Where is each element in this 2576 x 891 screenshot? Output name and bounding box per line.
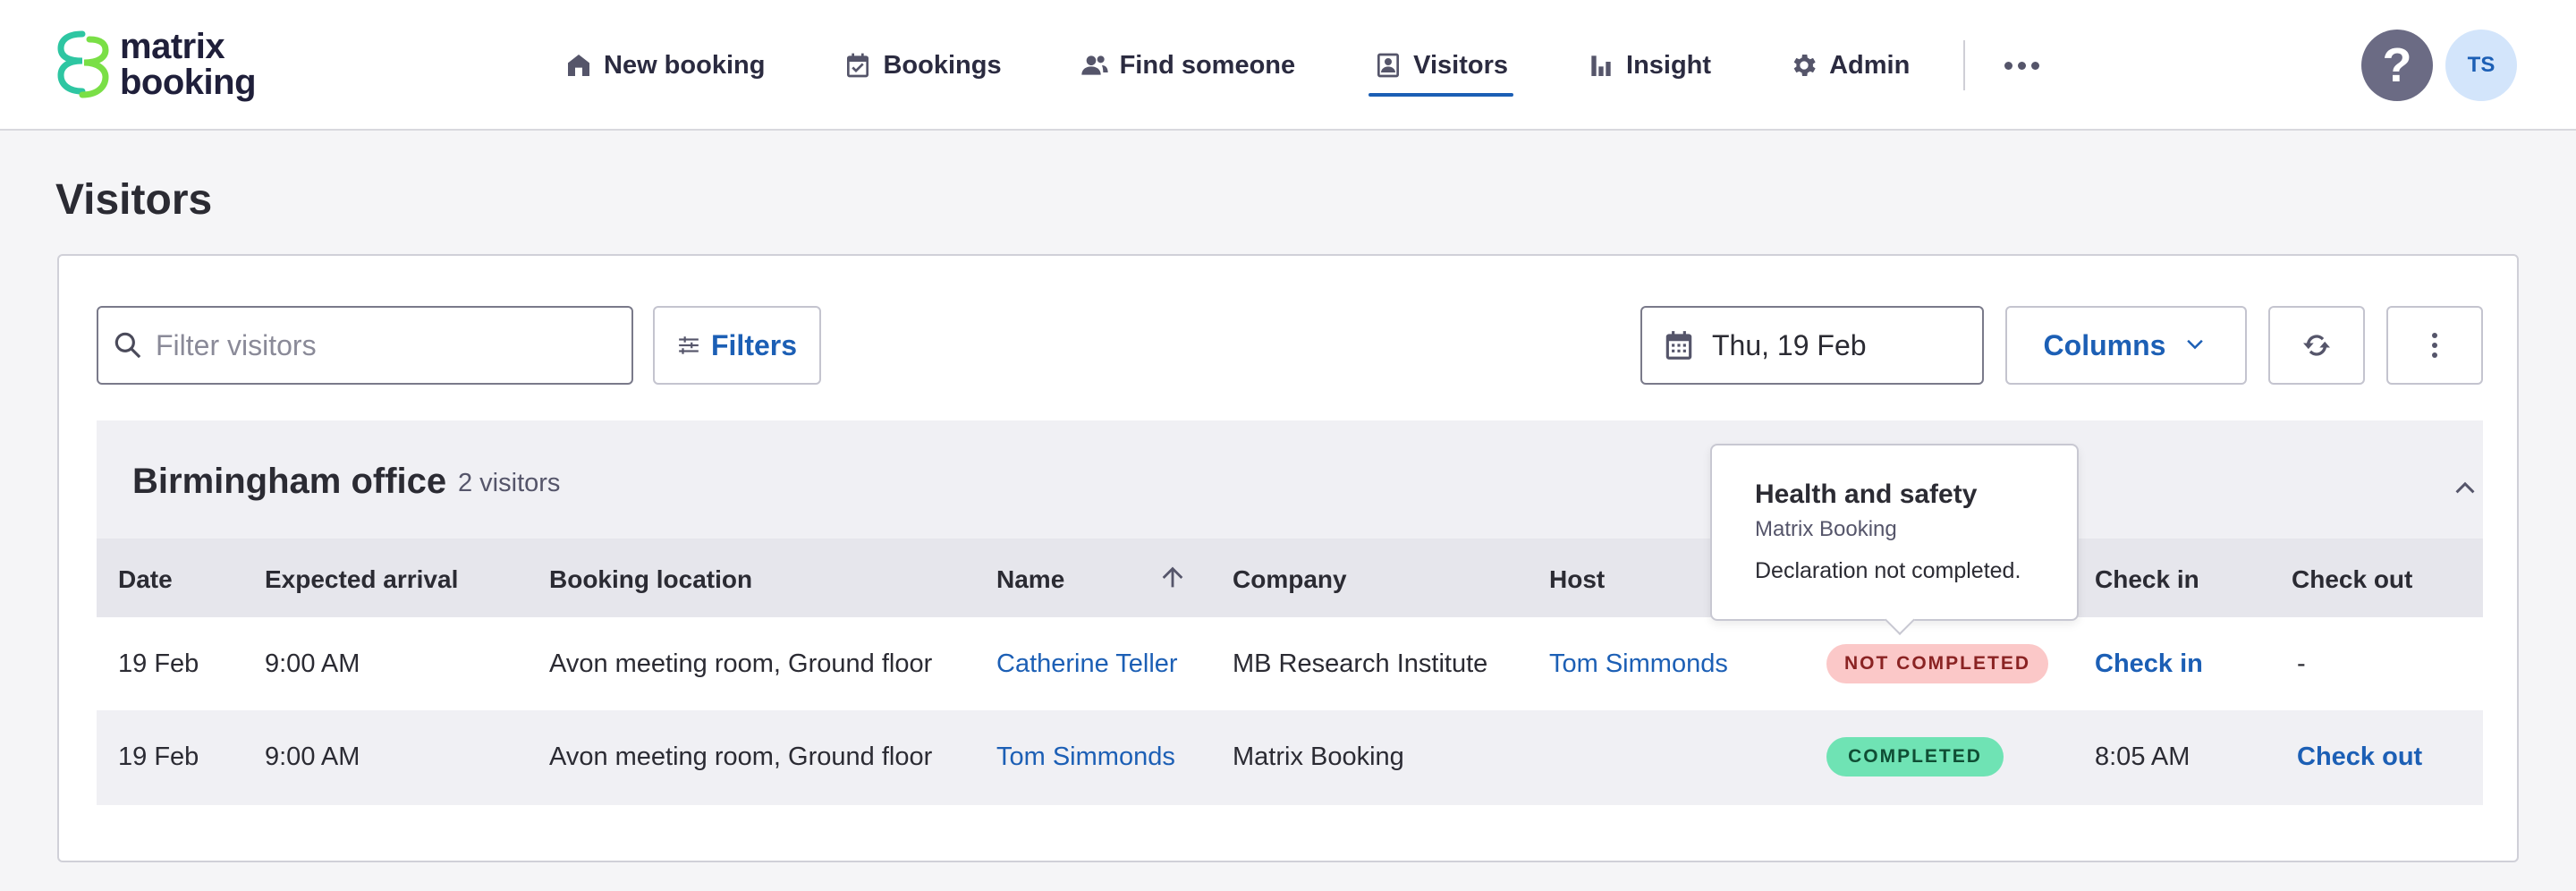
group-header[interactable]: Birmingham office 2 visitors (97, 420, 2483, 539)
collapse-chevron-up-icon[interactable] (2449, 471, 2481, 503)
logo-line-2: booking (120, 63, 257, 102)
main-nav: New booking Bookings Find someone Visito… (555, 0, 2040, 131)
page-title: Visitors (55, 176, 213, 224)
refresh-icon (2303, 335, 2330, 356)
visitor-name-link[interactable]: Tom Simmonds (996, 742, 1175, 772)
more-menu-icon[interactable] (2004, 61, 2040, 70)
table-header: Date Expected arrival Booking location N… (97, 539, 2483, 617)
filters-button[interactable]: Filters (653, 306, 821, 385)
visitors-card: Filters Thu, 19 Feb Columns Birmingham o… (57, 254, 2519, 862)
cell-arrival: 9:00 AM (265, 649, 360, 678)
calendar-icon (1665, 331, 1692, 360)
chevron-down-icon (2187, 339, 2204, 350)
columns-button-label: Columns (2043, 328, 2166, 361)
status-badge-completed[interactable]: COMPLETED (1826, 737, 2004, 776)
nav-insight[interactable]: Insight (1587, 0, 1711, 131)
host-name-link[interactable]: Tom Simmonds (1549, 649, 1728, 679)
tooltip-subtitle: Matrix Booking (1755, 517, 1897, 541)
search-field[interactable] (97, 306, 633, 385)
matrix-booking-logo[interactable]: matrix booking (55, 27, 257, 102)
status-badge-not-completed[interactable]: NOT COMPLETED (1826, 644, 2048, 683)
column-header-booking-location[interactable]: Booking location (549, 565, 752, 594)
nav-admin[interactable]: Admin (1790, 0, 1910, 131)
people-icon (1080, 55, 1108, 75)
column-header-name[interactable]: Name (996, 565, 1064, 594)
top-header: matrix booking New booking Bookings Find… (0, 0, 2576, 131)
cell-arrival: 9:00 AM (265, 742, 360, 771)
date-picker-value: Thu, 19 Feb (1712, 328, 1867, 361)
group-title: Birmingham office (132, 462, 447, 501)
nav-visitors-label: Visitors (1413, 50, 1509, 80)
cell-check-out: - (2297, 649, 2306, 678)
check-out-link[interactable]: Check out (2297, 742, 2422, 772)
nav-new-booking[interactable]: New booking (564, 0, 765, 131)
logo-mark-icon (57, 30, 109, 98)
nav-find-someone-label: Find someone (1119, 50, 1296, 80)
cell-date: 19 Feb (118, 649, 199, 678)
column-header-check-out[interactable]: Check out (2292, 565, 2412, 594)
help-button[interactable]: ? (2361, 30, 2433, 101)
logo-line-1: matrix (120, 27, 225, 66)
tooltip-message: Declaration not completed. (1755, 558, 2021, 583)
home-icon (568, 55, 589, 76)
cell-check-in-time: 8:05 AM (2095, 742, 2190, 771)
column-header-check-in[interactable]: Check in (2095, 565, 2199, 594)
cell-date: 19 Feb (118, 742, 199, 771)
table-row[interactable]: 19 Feb 9:00 AM Avon meeting room, Ground… (97, 710, 2483, 803)
nav-bookings[interactable]: Bookings (843, 0, 1002, 131)
column-header-date[interactable]: Date (118, 565, 173, 594)
calendar-check-icon (847, 53, 869, 78)
column-header-company[interactable]: Company (1233, 565, 1347, 594)
column-header-host[interactable]: Host (1549, 565, 1605, 594)
cell-company: Matrix Booking (1233, 742, 1404, 771)
filters-button-label: Filters (710, 328, 798, 361)
table-row[interactable]: 19 Feb 9:00 AM Avon meeting room, Ground… (97, 617, 2483, 710)
column-header-expected-arrival[interactable]: Expected arrival (265, 565, 458, 594)
check-in-link[interactable]: Check in (2095, 649, 2203, 679)
bar-chart-icon (1591, 55, 1611, 76)
refresh-button[interactable] (2268, 306, 2365, 385)
health-safety-tooltip: Health and safety Matrix Booking Declara… (1710, 444, 2079, 621)
search-icon (114, 332, 141, 359)
nav-bookings-label: Bookings (883, 50, 1002, 80)
nav-new-booking-label: New booking (604, 50, 766, 80)
nav-divider (1963, 40, 1966, 90)
nav-visitors[interactable]: Visitors (1368, 0, 1513, 131)
kebab-icon (2432, 333, 2437, 358)
sliders-icon (679, 336, 699, 354)
cell-company: MB Research Institute (1233, 649, 1488, 678)
visitor-badge-icon (1377, 53, 1400, 78)
nav-find-someone[interactable]: Find someone (1080, 0, 1296, 131)
more-options-button[interactable] (2386, 306, 2483, 385)
search-input[interactable] (156, 328, 621, 362)
columns-button[interactable]: Columns (2005, 306, 2247, 385)
nav-admin-label: Admin (1829, 50, 1911, 80)
location-group: Birmingham office 2 visitors Date Expect… (97, 420, 2483, 805)
group-visitor-count: 2 visitors (458, 469, 561, 497)
logo-wordmark: matrix booking (120, 27, 257, 102)
sort-arrow-up-icon[interactable] (1157, 562, 1188, 592)
gear-icon (1793, 55, 1816, 76)
tooltip-title: Health and safety (1755, 479, 1978, 509)
nav-insight-label: Insight (1626, 50, 1712, 80)
cell-location: Avon meeting room, Ground floor (549, 649, 933, 678)
user-avatar[interactable]: TS (2445, 30, 2517, 101)
cell-location: Avon meeting room, Ground floor (549, 742, 933, 771)
date-picker[interactable]: Thu, 19 Feb (1640, 306, 1984, 385)
visitor-name-link[interactable]: Catherine Teller (996, 649, 1178, 679)
